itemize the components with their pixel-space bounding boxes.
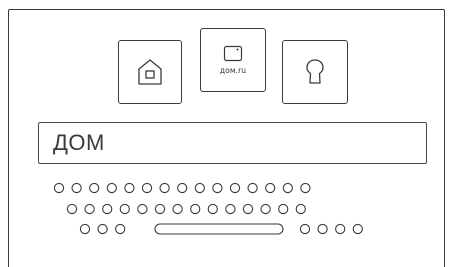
keyboard-key[interactable]	[102, 203, 113, 215]
keyboard-key[interactable]	[137, 203, 148, 215]
keyboard-key[interactable]	[229, 182, 241, 194]
keyboard-key[interactable]	[66, 203, 78, 215]
keyboard-key[interactable]	[106, 182, 117, 194]
keyboard-key[interactable]	[115, 223, 126, 235]
keyboard-key[interactable]	[265, 182, 276, 194]
keyboard-key[interactable]	[190, 203, 201, 215]
keyboard-key[interactable]	[278, 203, 289, 215]
keyboard-key[interactable]	[225, 203, 236, 215]
keyboard-key[interactable]	[172, 203, 183, 215]
keyboard-key[interactable]	[124, 182, 135, 194]
keyboard-key[interactable]	[282, 182, 293, 194]
keyboard-key[interactable]	[97, 223, 108, 235]
keyhole-icon	[306, 59, 324, 84]
keyboard-key[interactable]	[247, 182, 258, 194]
keyboard-key[interactable]	[79, 223, 91, 235]
keyboard-key[interactable]	[317, 223, 328, 235]
keyboard-key[interactable]	[299, 223, 311, 235]
keyboard-key[interactable]	[212, 182, 223, 194]
keyboard-key[interactable]	[53, 182, 65, 194]
keyboard-key[interactable]	[159, 182, 170, 194]
space-bar[interactable]	[154, 223, 284, 235]
keyboard-key[interactable]	[300, 182, 311, 194]
key-app-tile[interactable]	[282, 40, 348, 104]
keyboard-key[interactable]	[177, 182, 188, 194]
keyboard-key[interactable]	[71, 182, 82, 194]
keyboard-key[interactable]	[260, 203, 271, 215]
keyboard-key[interactable]	[154, 203, 166, 215]
domru-app-tile[interactable]: дом.ru	[200, 28, 266, 92]
keyboard-key[interactable]	[84, 203, 95, 215]
domru-tile-label: дом.ru	[219, 66, 247, 75]
keyboard-key[interactable]	[119, 203, 130, 215]
keyboard-key[interactable]	[141, 182, 153, 194]
keyboard-row-3	[79, 223, 363, 235]
keyboard-key[interactable]	[207, 203, 218, 215]
keyboard-key[interactable]	[242, 203, 254, 215]
search-input[interactable]	[38, 122, 427, 164]
home-app-tile[interactable]	[118, 40, 182, 104]
keyboard-row-1	[53, 182, 311, 194]
keyboard-key[interactable]	[295, 203, 306, 215]
intercom-device-icon	[223, 45, 243, 62]
home-icon	[138, 59, 162, 85]
keyboard-key[interactable]	[335, 223, 346, 235]
keyboard-key[interactable]	[89, 182, 100, 194]
keyboard-key[interactable]	[194, 182, 205, 194]
keyboard-key[interactable]	[352, 223, 363, 235]
